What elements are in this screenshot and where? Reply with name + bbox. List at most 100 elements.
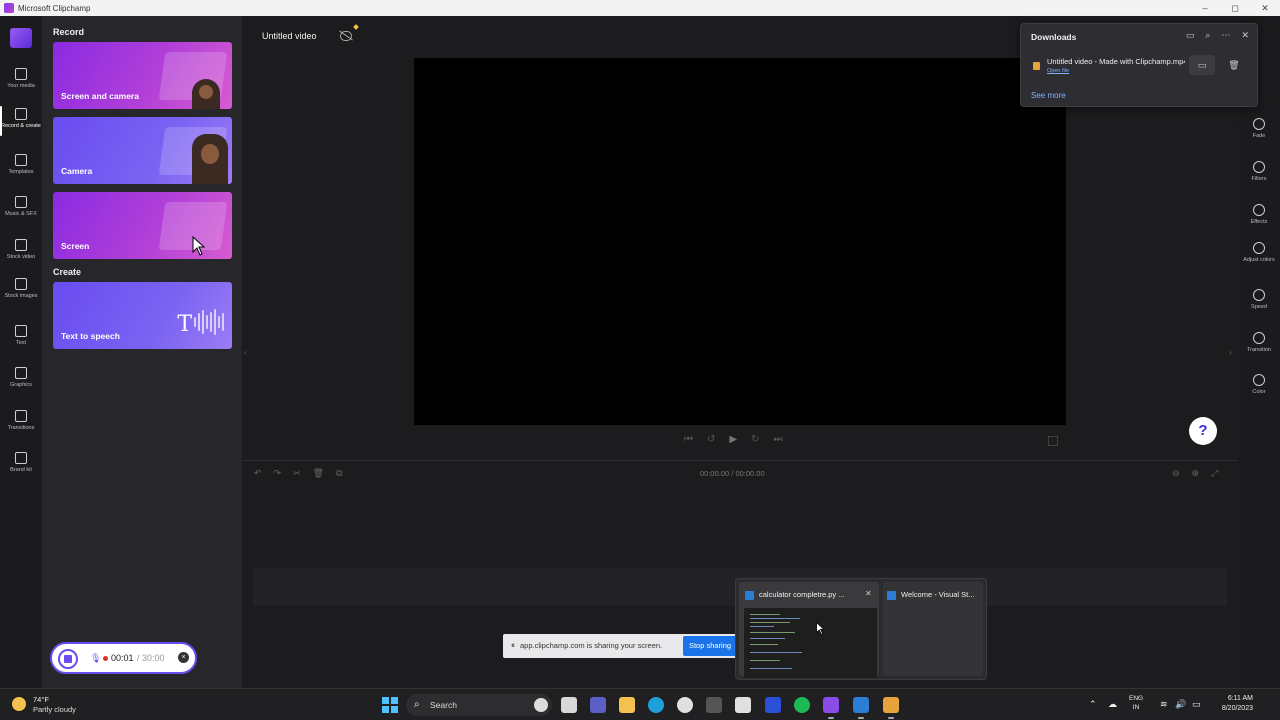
stop-recording-button[interactable] (58, 649, 78, 669)
forward-icon[interactable]: ↻ (751, 434, 759, 445)
undo-icon[interactable]: ↶ (254, 468, 262, 479)
spotify-icon[interactable] (794, 697, 810, 713)
filters-icon (1253, 161, 1265, 173)
drag-handle-icon[interactable]: ⏸ (511, 641, 515, 651)
windows-start-icon[interactable] (382, 697, 398, 713)
taskbar-search[interactable]: ⌕ Search (406, 694, 552, 716)
recording-max-duration: / 30:00 (137, 653, 165, 663)
screen-and-camera-card[interactable]: Screen and camera (53, 42, 232, 109)
help-button[interactable]: ? (1189, 417, 1217, 445)
search-icon[interactable]: ⌕ (1205, 30, 1210, 41)
rewind-icon[interactable]: ↺ (707, 434, 715, 445)
clipchamp-taskbar-icon[interactable] (823, 697, 839, 719)
vscode-icon (887, 591, 896, 600)
project-title[interactable]: Untitled video (262, 31, 317, 41)
camera-card[interactable]: Camera (53, 117, 232, 184)
split-scissors-icon[interactable]: ✂ (293, 468, 301, 479)
record-section-title: Record (53, 27, 85, 37)
timecode: 00:00.00 / 00:00.00 (700, 469, 765, 478)
see-more-link[interactable]: See more (1031, 91, 1066, 100)
cancel-recording-icon[interactable]: × (178, 652, 189, 663)
window-preview-calculator[interactable]: calculator completre.py ... ✕ (739, 582, 879, 678)
close-window-button[interactable]: ✕ (1250, 3, 1280, 14)
nav-your-media[interactable]: Your media (0, 68, 42, 89)
battery-icon[interactable]: ▭ (1192, 699, 1201, 710)
video-camera-icon (15, 108, 27, 120)
text-to-speech-card[interactable]: T Text to speech (53, 282, 232, 349)
duplicate-icon[interactable]: ⧉ (336, 468, 342, 479)
chrome-taskbar-icon[interactable] (883, 697, 899, 719)
stop-sharing-button[interactable]: Stop sharing (683, 636, 737, 656)
show-in-folder-icon[interactable]: ▭ (1189, 55, 1215, 75)
card-label: Text to speech (61, 331, 120, 341)
volume-icon[interactable]: 🔊 (1175, 699, 1186, 710)
property-adjust-colors[interactable]: Adjust colors (1238, 242, 1280, 263)
file-explorer-icon[interactable] (619, 697, 635, 713)
property-transition[interactable]: Transition (1238, 332, 1280, 353)
redo-icon[interactable]: ↷ (274, 468, 282, 479)
property-fade[interactable]: Fade (1238, 118, 1280, 139)
weather-sun-icon[interactable] (12, 697, 26, 711)
cloud-sync-off-icon[interactable] (340, 31, 352, 41)
property-filters[interactable]: Filters (1238, 161, 1280, 182)
nav-stock-images[interactable]: Stock images (0, 278, 42, 299)
property-color[interactable]: Color (1238, 374, 1280, 395)
card-label: Screen (61, 241, 90, 251)
nav-record-create[interactable]: Record & create (0, 106, 42, 136)
close-preview-icon[interactable]: ✕ (865, 589, 872, 598)
nav-music-sfx[interactable]: Music & SFX (0, 196, 42, 217)
nav-stock-video[interactable]: Stock video (0, 239, 42, 260)
edge-browser-icon[interactable] (648, 697, 664, 713)
delete-icon[interactable]: 🗑 (313, 468, 324, 479)
xbox-icon[interactable] (677, 697, 693, 713)
weather-description[interactable]: Partly cloudy (33, 705, 76, 714)
taskbar-clock[interactable]: 6:11 AM 8/20/2023 (1211, 694, 1253, 714)
bing-icon[interactable] (534, 698, 548, 712)
visual-studio-icon[interactable] (765, 697, 781, 713)
mic-off-icon[interactable]: 🎙 (90, 653, 101, 664)
task-view-icon[interactable] (561, 697, 577, 713)
fullscreen-icon[interactable] (1048, 436, 1058, 446)
collapse-properties-chevron-icon[interactable]: › (1229, 348, 1232, 357)
nav-transitions[interactable]: Transitions (0, 410, 42, 431)
show-hidden-icons-chevron[interactable]: ⌃ (1089, 699, 1097, 710)
vscode-taskbar-icon[interactable] (853, 697, 869, 719)
wifi-icon[interactable]: ≋ (1160, 699, 1168, 710)
video-preview[interactable] (414, 58, 1066, 425)
transition-icon (15, 410, 27, 422)
fit-timeline-icon[interactable]: ⤢ (1211, 468, 1218, 479)
open-folder-icon[interactable]: ▭ (1186, 30, 1195, 41)
onedrive-cloud-icon[interactable]: ☁ (1108, 699, 1117, 710)
nav-templates[interactable]: Templates (0, 154, 42, 175)
weather-temperature[interactable]: 74°F (33, 695, 49, 704)
person-thumbnail (192, 79, 220, 109)
delete-download-icon[interactable]: 🗑 (1226, 55, 1242, 75)
epic-games-icon[interactable] (706, 697, 722, 713)
minimize-button[interactable]: – (1190, 3, 1220, 13)
zoom-out-icon[interactable]: ⊖ (1172, 468, 1180, 479)
clipchamp-app-icon (4, 3, 14, 13)
nav-brand-kit[interactable]: Brand kit (0, 452, 42, 473)
skip-to-start-icon[interactable]: ⏮ (684, 434, 693, 445)
teams-chat-icon[interactable] (590, 697, 606, 713)
nav-text[interactable]: Text (0, 325, 42, 346)
download-file-name[interactable]: Untitled video - Made with Clipchamp.mp4 (1047, 57, 1185, 66)
more-options-icon[interactable]: ⋯ (1221, 30, 1230, 41)
collapse-panel-chevron-icon[interactable]: ‹ (244, 348, 247, 357)
skip-to-end-icon[interactable]: ⏭ (773, 434, 782, 445)
property-speed[interactable]: Speed (1238, 289, 1280, 310)
maximize-button[interactable]: ◻ (1220, 3, 1250, 14)
clipchamp-logo-icon[interactable] (10, 28, 32, 48)
playback-controls: ⏮ ↺ ▶ ↻ ⏭ (684, 434, 782, 445)
zoom-tools: ⊖ ⊕ ⤢ (1172, 468, 1218, 479)
close-icon[interactable]: ✕ (1241, 30, 1249, 41)
microsoft-store-icon[interactable] (735, 697, 751, 713)
language-indicator[interactable]: ENG IN (1129, 694, 1143, 712)
property-effects[interactable]: Effects (1238, 204, 1280, 225)
zoom-in-icon[interactable]: ⊕ (1192, 468, 1200, 479)
nav-graphics[interactable]: Graphics (0, 367, 42, 388)
open-file-link[interactable]: Open file (1047, 68, 1069, 74)
person-thumbnail (192, 134, 228, 184)
window-preview-welcome[interactable]: Welcome - Visual St... (883, 582, 983, 676)
play-icon[interactable]: ▶ (729, 434, 737, 445)
